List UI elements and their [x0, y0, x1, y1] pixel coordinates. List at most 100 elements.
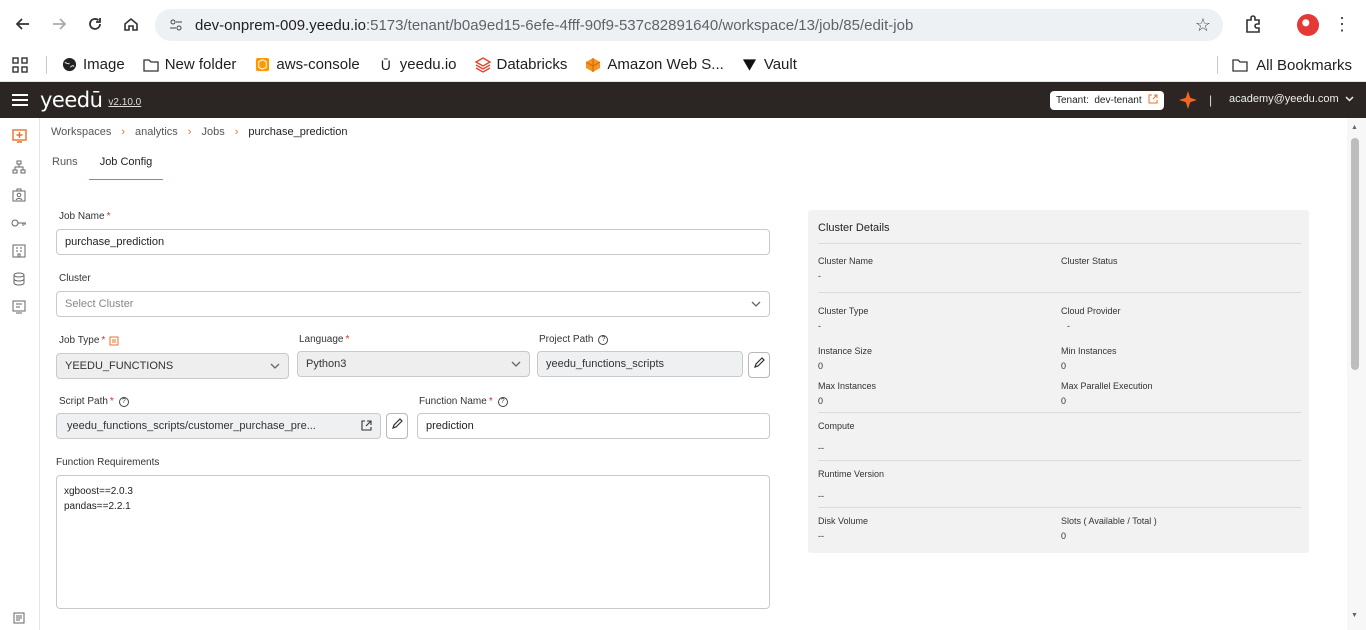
project-path-label: Project Path? — [539, 334, 609, 345]
building-icon[interactable] — [11, 243, 27, 259]
breadcrumb: Workspaces › analytics › Jobs › purchase… — [51, 126, 347, 138]
back-arrow-icon[interactable] — [10, 11, 36, 37]
job-tabs: Runs Job Config — [41, 150, 164, 180]
edit-script-path-button[interactable] — [386, 413, 408, 439]
notebook-icon[interactable] — [11, 299, 27, 315]
cluster-type-label: Cluster Type — [818, 306, 869, 316]
cluster-name-value: - — [818, 271, 821, 281]
ai-sparkle-icon[interactable] — [1178, 90, 1198, 115]
cluster-details-title: Cluster Details — [818, 222, 890, 234]
breadcrumb-analytics[interactable]: analytics — [135, 126, 178, 138]
scroll-down-icon[interactable]: ▼ — [1351, 612, 1358, 619]
bookmark-image[interactable]: Image — [61, 56, 125, 73]
cloud-provider-label: Cloud Provider — [1061, 306, 1121, 316]
aws-box-icon — [585, 57, 601, 73]
bookmark-star-icon[interactable]: ☆ — [1195, 15, 1211, 36]
url-host: dev-onprem-009.yeedu.io — [195, 16, 366, 34]
job-type-doc-icon[interactable] — [109, 336, 119, 346]
script-path-input[interactable]: yeedu_functions_scripts/customer_purchas… — [56, 413, 381, 439]
browser-menu-icon[interactable]: ⋮ — [1333, 14, 1351, 34]
language-label: Language * — [299, 334, 350, 345]
chevron-right-icon: › — [121, 126, 125, 138]
tab-job-config[interactable]: Job Config — [88, 150, 164, 180]
extensions-icon[interactable] — [1243, 14, 1263, 39]
all-bookmarks[interactable]: All Bookmarks — [1217, 56, 1352, 74]
pencil-icon — [391, 417, 403, 435]
version-link[interactable]: v2.10.0 — [108, 97, 141, 108]
cluster-hierarchy-icon[interactable] — [11, 159, 27, 175]
documentation-icon[interactable] — [11, 610, 27, 626]
reload-icon[interactable] — [82, 11, 108, 37]
cluster-status-label: Cluster Status — [1061, 256, 1118, 266]
chevron-down-icon — [511, 359, 521, 371]
forward-arrow-icon[interactable] — [46, 11, 72, 37]
browser-toolbar: dev-onprem-009.yeedu.io:5173/tenant/b0a9… — [0, 0, 1366, 48]
bookmark-separator — [1217, 56, 1219, 74]
bookmark-aws-console[interactable]: aws-console — [254, 56, 360, 73]
max-instances-value: 0 — [818, 396, 824, 406]
apps-grid-icon[interactable] — [12, 56, 28, 73]
cluster-name-label: Cluster Name — [818, 256, 874, 266]
tab-runs[interactable]: Runs — [41, 150, 89, 180]
tenant-badge[interactable]: Tenant: dev-tenant — [1050, 91, 1164, 110]
breadcrumb-workspaces[interactable]: Workspaces — [51, 126, 111, 138]
min-instances-value: 0 — [1061, 361, 1067, 371]
aws-cube-icon — [254, 57, 270, 73]
yeedu-logo[interactable]: yeedū — [40, 88, 103, 112]
slots-value: 0 — [1061, 531, 1067, 541]
workspace-icon[interactable] — [11, 128, 27, 144]
page-scrollbar[interactable]: ▲ ▼ — [1347, 118, 1366, 630]
open-external-icon[interactable] — [361, 420, 372, 434]
site-info-icon[interactable] — [167, 16, 185, 34]
language-select[interactable]: Python3 — [297, 351, 530, 377]
database-icon[interactable] — [11, 271, 27, 287]
hamburger-menu-icon[interactable] — [12, 94, 28, 106]
scrollbar-thumb[interactable] — [1351, 138, 1359, 370]
bookmark-new-folder[interactable]: New folder — [143, 56, 236, 73]
disk-volume-value: -- — [818, 531, 824, 541]
function-name-input[interactable]: prediction — [417, 413, 770, 439]
account-menu[interactable]: academy@yeedu.com — [1229, 93, 1354, 105]
job-type-select[interactable]: YEEDU_FUNCTIONS — [56, 353, 289, 379]
job-type-label: Job Type * — [59, 335, 119, 346]
divider — [818, 460, 1301, 461]
job-name-input[interactable]: purchase_prediction — [56, 229, 770, 255]
function-requirements-textarea[interactable]: xgboost==2.0.3 pandas==2.2.1 — [56, 475, 770, 609]
max-parallel-value: 0 — [1061, 396, 1067, 406]
help-icon[interactable]: ? — [118, 396, 129, 407]
slots-label: Slots ( Available / Total ) — [1061, 516, 1157, 526]
disk-volume-label: Disk Volume — [818, 516, 869, 526]
cluster-label: Cluster — [59, 273, 91, 284]
key-icon[interactable] — [11, 215, 27, 231]
url-path: :5173/tenant/b0a9ed15-6efe-4fff-90f9-537… — [365, 16, 914, 34]
address-bar[interactable]: dev-onprem-009.yeedu.io:5173/tenant/b0a9… — [155, 9, 1223, 41]
cluster-select[interactable]: Select Cluster — [56, 291, 770, 317]
min-instances-label: Min Instances — [1061, 346, 1117, 356]
help-icon[interactable]: ? — [598, 334, 609, 345]
edit-project-path-button[interactable] — [748, 352, 770, 378]
globe-icon — [61, 57, 77, 73]
chevron-down-icon — [751, 299, 761, 311]
home-icon[interactable] — [118, 11, 144, 37]
profile-avatar[interactable] — [1297, 14, 1319, 36]
project-path-input[interactable]: yeedu_functions_scripts — [537, 351, 743, 377]
user-badge-icon[interactable] — [11, 187, 27, 203]
folder-icon — [1232, 58, 1248, 72]
bookmark-amazon-web-services[interactable]: Amazon Web S... — [585, 56, 724, 73]
instance-size-value: 0 — [818, 361, 824, 371]
cluster-type-value: - — [818, 321, 821, 331]
bookmark-yeedu[interactable]: Ūyeedu.io — [378, 56, 457, 73]
compute-value: -- — [818, 443, 824, 453]
divider — [818, 412, 1301, 413]
bookmark-databricks[interactable]: Databricks — [474, 56, 567, 73]
bookmarks-bar: Image New folder aws-console Ūyeedu.io D… — [0, 48, 1366, 82]
main-content: Workspaces › analytics › Jobs › purchase… — [41, 118, 1347, 630]
divider — [818, 507, 1301, 508]
scroll-up-icon[interactable]: ▲ — [1351, 124, 1358, 131]
breadcrumb-current: purchase_prediction — [248, 126, 348, 138]
max-parallel-label: Max Parallel Execution — [1061, 381, 1153, 391]
breadcrumb-jobs[interactable]: Jobs — [201, 126, 224, 138]
bookmark-vault[interactable]: Vault — [742, 56, 797, 73]
divider — [818, 243, 1301, 244]
help-icon[interactable]: ? — [497, 396, 508, 407]
